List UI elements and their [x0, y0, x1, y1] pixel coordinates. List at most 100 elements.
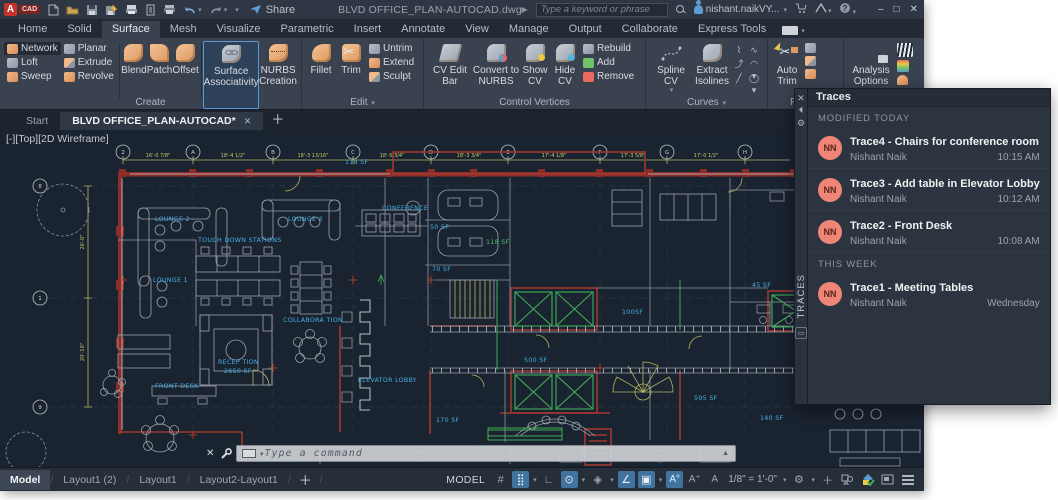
graphics-performance-button[interactable]	[859, 471, 876, 488]
tab-mesh[interactable]: Mesh	[160, 21, 207, 38]
tab-view[interactable]: View	[455, 21, 499, 38]
featured-apps-button[interactable]: ▾	[782, 26, 805, 38]
minimize-button[interactable]: –	[878, 4, 884, 15]
maximize-button[interactable]: □	[894, 4, 900, 15]
panel-cv-label[interactable]: Control Vertices	[424, 97, 645, 108]
tab-surface[interactable]: Surface	[102, 21, 160, 38]
palette-properties-icon[interactable]: ⚙	[797, 118, 805, 129]
file-tab-document[interactable]: BLVD OFFICE_PLAN-AUTOCAD* ✕	[60, 112, 263, 130]
print-icon[interactable]	[163, 4, 176, 15]
customization-button[interactable]: ＋	[819, 471, 836, 488]
qat-overflow-icon[interactable]: ▾	[234, 6, 239, 14]
isometric-drafting-toggle[interactable]: ◈	[589, 471, 606, 488]
blend-curve-icon[interactable]: ⤴	[732, 58, 746, 71]
trace-list-item[interactable]: NN Trace3 - Add table in Elevator Lobby …	[808, 169, 1050, 211]
clean-screen-button[interactable]	[879, 471, 896, 488]
new-file-icon[interactable]	[48, 4, 59, 16]
model-space-indicator[interactable]: MODEL	[446, 474, 485, 486]
isolate-objects-button[interactable]	[839, 471, 856, 488]
trace-list-item[interactable]: NN Trace4 - Chairs for conference room N…	[808, 127, 1050, 169]
untrim-button[interactable]: Untrim	[366, 42, 418, 55]
new-drawing-tab-button[interactable]: ＋	[271, 109, 284, 130]
grid-display-toggle[interactable]: #	[492, 471, 509, 488]
plot-icon[interactable]	[125, 4, 138, 15]
command-line-close-icon[interactable]: ✕	[206, 448, 214, 459]
autodesk-app-icon[interactable]: ▾	[815, 3, 832, 16]
app-menu-button[interactable]: A CAD	[4, 3, 40, 16]
redo-button[interactable]: ▾	[209, 5, 228, 15]
tab-parametric[interactable]: Parametric	[270, 21, 343, 38]
signed-in-user[interactable]: nishant.naikVY... ▾	[694, 4, 787, 15]
save-as-icon[interactable]	[105, 4, 118, 16]
sweep-button[interactable]: Sweep	[4, 70, 61, 83]
revolve-button[interactable]: Revolve	[61, 70, 117, 83]
app-store-icon[interactable]	[795, 3, 807, 16]
undo-button[interactable]: ▾	[183, 5, 202, 15]
file-tab-close-icon[interactable]: ✕	[244, 116, 252, 127]
loft-button[interactable]: Loft	[4, 56, 61, 69]
panel-curves-label[interactable]: Curves ▾	[646, 97, 767, 108]
tab-output[interactable]: Output	[559, 21, 612, 38]
tab-express-tools[interactable]: Express Tools	[688, 21, 776, 38]
search-expand-icon[interactable]: ▶	[522, 5, 528, 14]
palette-autohide-icon[interactable]: ▭	[795, 327, 807, 339]
project-2points-icon[interactable]	[802, 68, 822, 80]
offset-edge-icon[interactable]: ⌇	[732, 44, 746, 57]
tab-collaborate[interactable]: Collaborate	[612, 21, 688, 38]
trace-list-item[interactable]: NN Trace1 - Meeting Tables Nishant NaikW…	[808, 273, 1050, 314]
palette-rail-label[interactable]: TRACES	[796, 274, 807, 319]
project-geometry-icon[interactable]	[802, 42, 822, 54]
tab-annotate[interactable]: Annotate	[391, 21, 455, 38]
annotation-autoscale-toggle[interactable]: A⁺	[686, 471, 703, 488]
polar-tracking-toggle[interactable]: ⊙	[561, 471, 578, 488]
object-snap-toggle[interactable]: ▣	[638, 471, 655, 488]
layout-tab-layout2[interactable]: Layout2-Layout1	[190, 470, 288, 490]
rebuild-cv-button[interactable]: Rebuild	[580, 42, 636, 55]
circle-tool-icon[interactable]: ◯ ▾	[747, 72, 761, 85]
tab-manage[interactable]: Manage	[499, 21, 559, 38]
extend-button[interactable]: Extend	[366, 56, 418, 69]
layout-tab-layout1[interactable]: Layout1	[129, 470, 186, 490]
panel-edit-label[interactable]: Edit ▾	[302, 97, 423, 108]
layout-tab-layout1-2[interactable]: Layout1 (2)	[53, 470, 126, 490]
palette-close-icon[interactable]: ✕	[797, 92, 805, 104]
transfer-icon[interactable]	[145, 4, 156, 16]
search-icon[interactable]	[676, 5, 686, 15]
remove-cv-button[interactable]: Remove	[580, 70, 636, 83]
ortho-mode-toggle[interactable]: ∟	[541, 471, 558, 488]
line-tool-icon[interactable]: ╱	[732, 72, 746, 85]
trace-list-item[interactable]: NN Trace2 - Front Desk Nishant Naik10:08…	[808, 211, 1050, 253]
command-line[interactable]: ▾ Type a command ▲	[236, 445, 736, 462]
command-history-grip[interactable]: ▲	[722, 450, 729, 457]
add-cv-button[interactable]: Add	[580, 56, 636, 69]
annotation-visibility-toggle[interactable]: A°	[666, 471, 683, 488]
tab-solid[interactable]: Solid	[57, 21, 101, 38]
tab-visualize[interactable]: Visualize	[207, 21, 271, 38]
arc-tool-icon[interactable]: ◠ ▾	[747, 58, 761, 71]
help-icon[interactable]: ?▾	[839, 2, 856, 17]
layout-tab-model[interactable]: Model	[0, 470, 50, 490]
command-input-icon[interactable]	[242, 449, 256, 458]
file-tab-start[interactable]: Start	[14, 112, 60, 130]
tab-home[interactable]: Home	[8, 21, 57, 38]
spline-freehand-icon[interactable]: ∿	[747, 44, 761, 57]
planar-button[interactable]: Planar	[61, 42, 117, 55]
panel-create-label[interactable]: Create	[0, 97, 301, 108]
sculpt-button[interactable]: Sculpt	[366, 70, 418, 83]
drawing-canvas[interactable]: [-][Top][2D Wireframe] 16'-0 7/8" 18'-4 …	[0, 130, 924, 467]
zebra-analysis-icon[interactable]	[894, 42, 916, 58]
annotation-scale-icon[interactable]: A	[706, 471, 723, 488]
extrude-button[interactable]: Extrude	[61, 56, 117, 69]
new-layout-button[interactable]: ＋	[291, 470, 320, 489]
draft-analysis-icon[interactable]	[894, 74, 916, 86]
object-snap-tracking-toggle[interactable]: ∠	[618, 471, 635, 488]
network-button[interactable]: Network	[4, 42, 61, 55]
palette-collapse-icon[interactable]: ⏴	[799, 104, 804, 116]
open-folder-icon[interactable]	[66, 4, 79, 15]
command-line-customize-icon[interactable]	[220, 447, 232, 465]
curvature-analysis-icon[interactable]	[894, 59, 916, 73]
close-button[interactable]: ✕	[910, 4, 918, 15]
snap-mode-toggle[interactable]: ⣿	[512, 471, 529, 488]
workspace-switching-gear[interactable]: ⚙	[790, 471, 807, 488]
status-menu-icon[interactable]	[899, 471, 916, 488]
